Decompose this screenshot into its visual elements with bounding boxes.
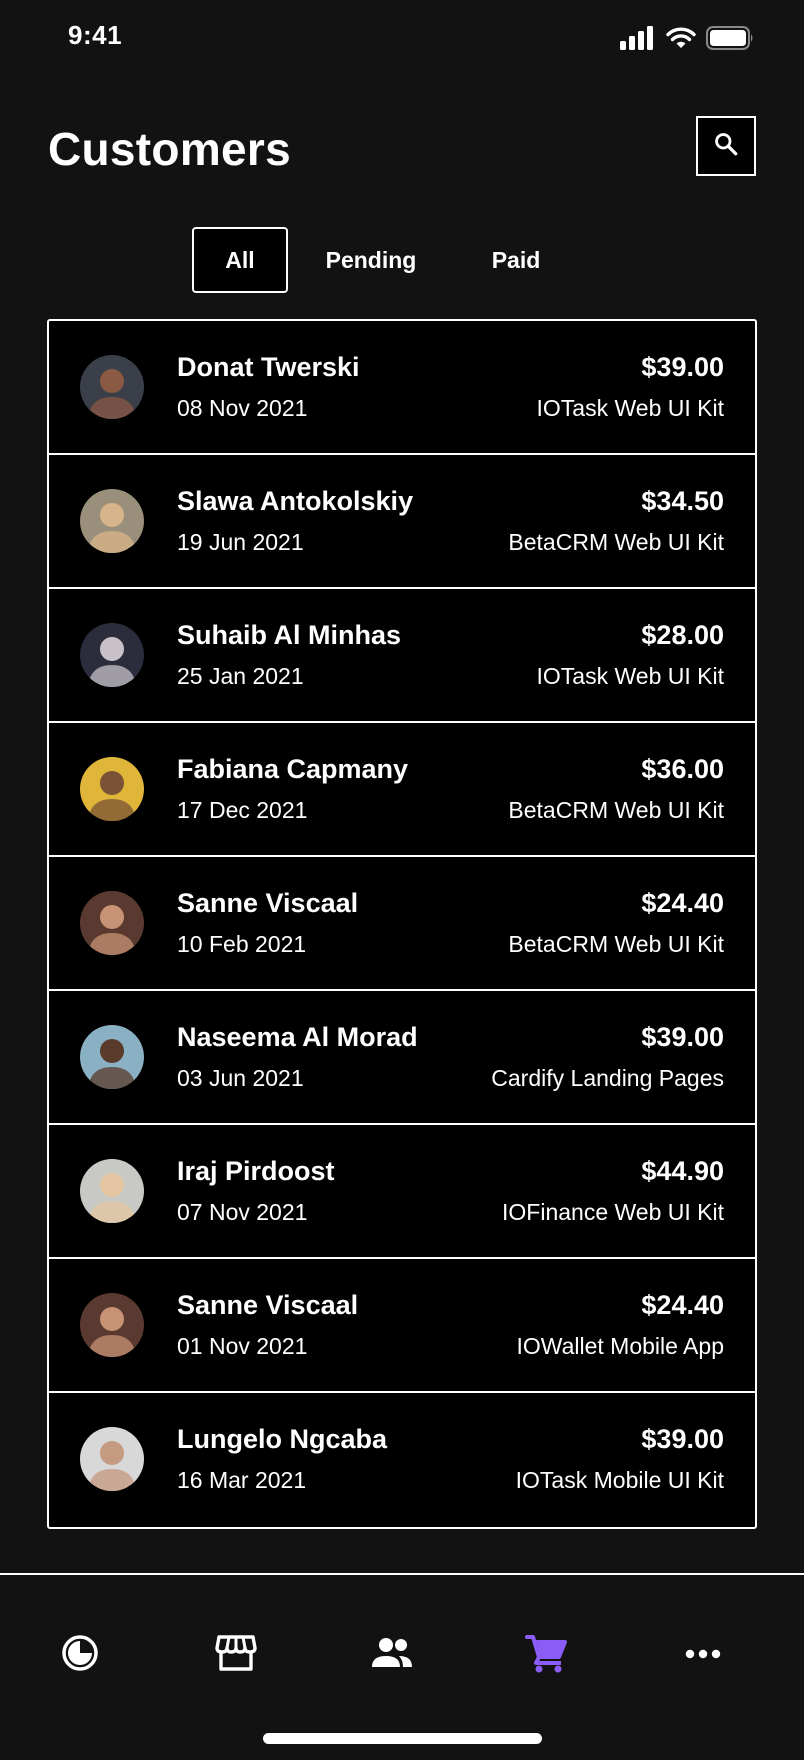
customer-date: 10 Feb 2021 [177,931,307,957]
customer-product: IOTask Mobile UI Kit [515,1467,724,1493]
status-bar: 9:41 [0,0,804,80]
customer-product: IOWallet Mobile App [516,1333,724,1359]
customer-name: Naseema Al Morad [177,1022,418,1052]
customer-name: Fabiana Capmany [177,754,409,784]
customer-product: BetaCRM Web UI Kit [508,931,724,957]
cart-icon [525,1633,567,1678]
customer-amount: $39.00 [641,1424,724,1454]
signal-icon [620,26,656,55]
avatar [80,757,144,821]
avatar [80,1293,144,1357]
tab-pending[interactable]: Pending [296,227,446,293]
customer-amount: $28.00 [641,620,724,650]
header: Customers [48,112,756,184]
battery-icon [706,26,754,55]
filter-tabs: All Pending Paid [192,227,576,293]
nav-cart[interactable] [516,1631,576,1679]
customer-row[interactable]: Fabiana Capmany 17 Dec 2021 $36.00 BetaCRM … [49,723,755,857]
avatar [80,1159,144,1223]
customer-date: 03 Jun 2021 [177,1065,304,1091]
status-time: 9:41 [68,20,123,50]
customer-list: Donat Twerski 08 Nov 2021 $39.00 IOTask Web… [47,319,757,1529]
status-icons [620,26,754,55]
more-icon [685,1646,721,1664]
nav-store[interactable] [206,1631,266,1679]
customer-product: IOTask Web UI Kit [536,663,724,689]
customer-row[interactable]: Donat Twerski 08 Nov 2021 $39.00 IOTask Web… [49,321,755,455]
customer-product: IOFinance Web UI Kit [502,1199,724,1225]
customer-row[interactable]: Slawa Antokolskiy 19 Jun 2021 $34.50 BetaCR… [49,455,755,589]
avatar [80,1025,144,1089]
customer-product: BetaCRM Web UI Kit [508,529,724,555]
customer-amount: $36.00 [641,754,724,784]
customer-name: Lungelo Ngcaba [177,1424,388,1454]
avatar [80,355,144,419]
customer-row[interactable]: Lungelo Ngcaba 16 Mar 2021 $39.00 IOTask Mo… [49,1393,755,1527]
avatar [80,891,144,955]
customer-row[interactable]: Iraj Pirdoost 07 Nov 2021 $44.90 IOFinance … [49,1125,755,1259]
customer-name: Slawa Antokolskiy [177,486,414,516]
customer-amount: $24.40 [641,888,724,918]
customer-row[interactable]: Naseema Al Morad 03 Jun 2021 $39.00 Cardify… [49,991,755,1125]
customer-product: IOTask Web UI Kit [536,395,724,421]
customer-row[interactable]: Suhaib Al Minhas 25 Jan 2021 $28.00 IOTask … [49,589,755,723]
customer-date: 08 Nov 2021 [177,395,308,421]
dashboard-icon [60,1633,100,1678]
customer-amount: $34.50 [641,486,724,516]
customer-amount: $39.00 [641,1022,724,1052]
tab-paid[interactable]: Paid [456,227,576,293]
search-icon [713,131,739,162]
search-button[interactable] [696,116,756,176]
customer-name: Iraj Pirdoost [177,1156,335,1186]
customer-date: 07 Nov 2021 [177,1199,308,1225]
customer-product: Cardify Landing Pages [491,1065,724,1091]
bottom-tab-bar [0,1573,804,1760]
customer-name: Sanne Viscaal [177,1290,359,1320]
nav-customers[interactable] [362,1631,422,1679]
customer-name: Donat Twerski [177,352,360,382]
customer-date: 17 Dec 2021 [177,797,308,823]
nav-dashboard[interactable] [50,1631,110,1679]
tab-all[interactable]: All [192,227,288,293]
customer-row[interactable]: Sanne Viscaal 01 Nov 2021 $24.40 IOWallet M… [49,1259,755,1393]
nav-more[interactable] [673,1631,733,1679]
page-title: Customers [48,123,291,175]
customer-date: 25 Jan 2021 [177,663,304,689]
customer-name: Suhaib Al Minhas [177,620,402,650]
customer-name: Sanne Viscaal [177,888,359,918]
customer-amount: $24.40 [641,1290,724,1320]
home-indicator [263,1733,542,1744]
avatar [80,1427,144,1491]
customer-date: 19 Jun 2021 [177,529,304,555]
customer-amount: $44.90 [641,1156,724,1186]
avatar [80,623,144,687]
wifi-icon [666,26,696,55]
customer-date: 01 Nov 2021 [177,1333,308,1359]
people-icon [370,1637,414,1674]
customer-product: BetaCRM Web UI Kit [508,797,724,823]
store-icon [215,1634,257,1677]
customer-amount: $39.00 [641,352,724,382]
avatar [80,489,144,553]
customer-row[interactable]: Sanne Viscaal 10 Feb 2021 $24.40 BetaCRM We… [49,857,755,991]
customer-date: 16 Mar 2021 [177,1467,307,1493]
